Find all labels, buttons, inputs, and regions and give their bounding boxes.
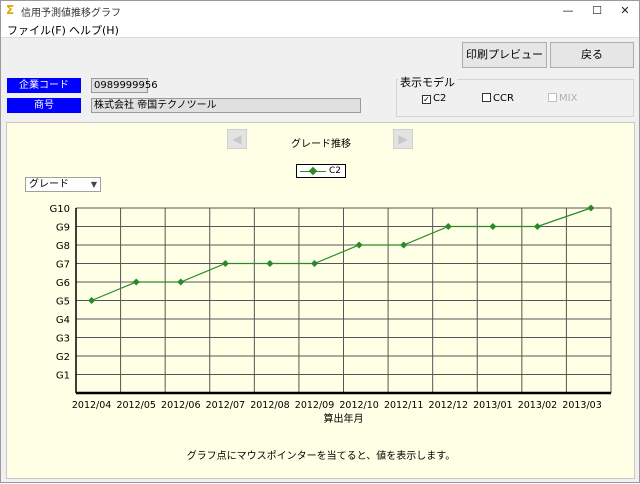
x-tick-label: 2012/08 [250,400,289,411]
y-tick-label: G7 [56,260,70,271]
x-tick-label: 2012/04 [72,400,111,411]
y-tick-label: G9 [56,223,70,234]
x-tick-label: 2012/05 [116,400,155,411]
x-tick-label: 2013/03 [562,400,601,411]
hint-text: グラフ点にマウスポインターを当てると、値を表示します。 [186,451,456,462]
x-tick-label: 2013/02 [518,400,557,411]
y-tick-label: G3 [56,334,70,345]
y-tick-label: G5 [56,297,70,308]
application-window: Σ 信用予測値推移グラフ — ☐ ✕ ファイル(F) ヘルプ(H) 印刷プレビュ… [0,0,640,483]
x-tick-label: 2012/09 [295,400,334,411]
grade-line-chart: G1 G2 G3 G4 G5 G6 G7 G8 G9 G10 2012/04 2012/05 2012/… [50,204,612,425]
x-tick-label: 2012/12 [429,400,468,411]
y-tick-label: G10 [50,204,70,215]
x-tick-label: 2013/01 [473,400,512,411]
x-tick-label: 2012/06 [161,400,200,411]
x-tick-label: 2012/10 [339,400,378,411]
y-tick-label: G6 [56,278,70,289]
y-tick-label: G1 [56,371,70,382]
y-tick-label: G8 [56,241,70,252]
y-tick-label: G2 [56,352,70,363]
x-tick-label: 2012/07 [206,400,245,411]
x-axis-label: 算出年月 [324,412,364,425]
y-tick-label: G4 [56,315,70,326]
x-tick-label: 2012/11 [384,400,423,411]
